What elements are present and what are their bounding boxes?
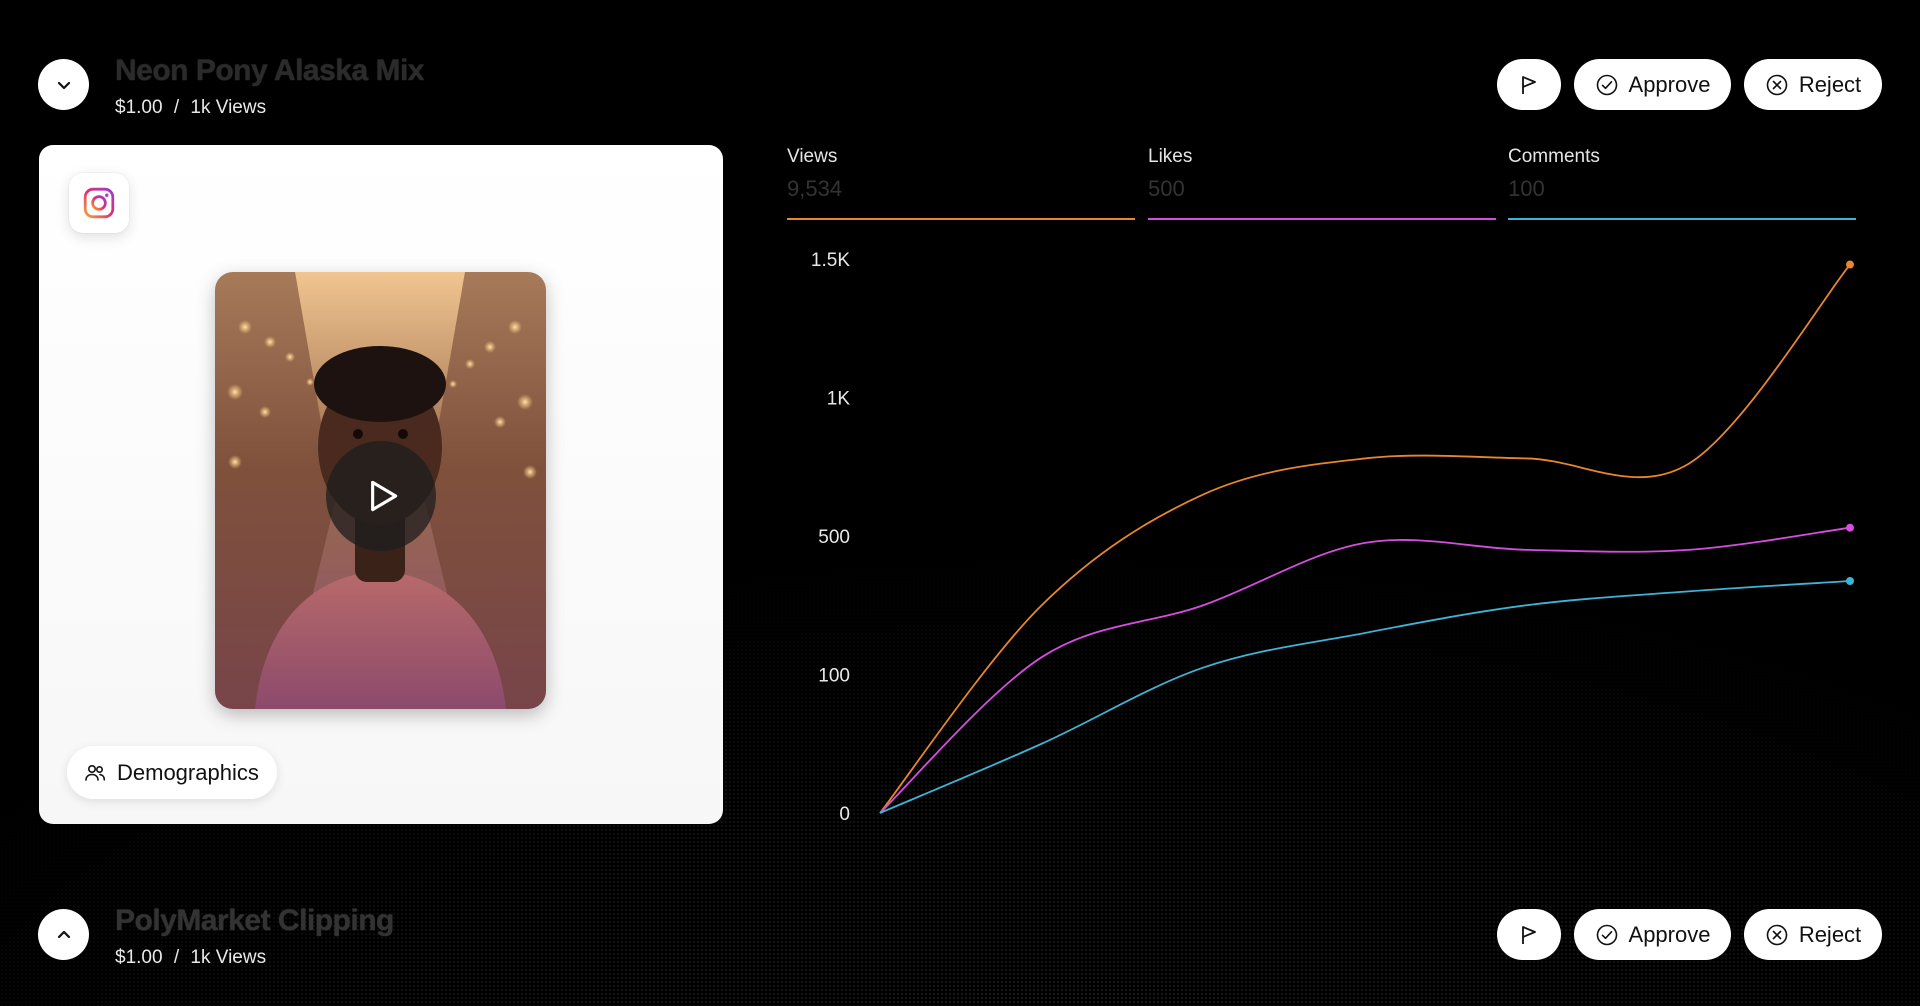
platform-badge — [69, 173, 129, 233]
engagement-chart: 1.5K 1K 500 100 0 — [811, 250, 1854, 825]
flag-button[interactable] — [1497, 59, 1561, 110]
series-line-likes — [879, 526, 1851, 814]
approve-label: Approve — [1628, 921, 1711, 947]
reject-button[interactable]: Reject — [1744, 909, 1882, 960]
metric-label: Views — [787, 146, 838, 167]
reject-label: Reject — [1798, 71, 1862, 97]
play-icon — [371, 480, 398, 512]
approve-label: Approve — [1628, 71, 1711, 97]
demographics-button[interactable]: Demographics — [67, 746, 277, 799]
metric-value: 500 — [1148, 176, 1185, 201]
metric-value: 9,534 — [787, 176, 843, 201]
instagram-icon — [83, 187, 115, 219]
metric-value: 100 — [1508, 176, 1545, 201]
campaign-price: $1.00 — [115, 97, 163, 118]
metric-underline — [1148, 218, 1496, 220]
chevron-down-icon — [57, 81, 70, 89]
metric-comments: Comments 100 — [1508, 146, 1856, 220]
x-circle-icon — [1766, 924, 1788, 945]
flag-icon — [1522, 75, 1536, 94]
demographics-label: Demographics — [117, 759, 259, 785]
approve-button[interactable]: Approve — [1574, 59, 1731, 110]
campaign-views-unit: 1k Views — [190, 97, 267, 118]
media-card: Demographics — [39, 145, 723, 824]
check-circle-icon — [1596, 74, 1617, 95]
campaign-title: Neon Pony Alaska Mix — [115, 54, 424, 87]
series-endpoint-comments — [1846, 577, 1854, 586]
play-button[interactable] — [326, 441, 436, 551]
campaign-title: PolyMarket Clipping — [115, 904, 394, 937]
flag-icon — [1522, 925, 1536, 944]
series-endpoint-likes — [1846, 523, 1854, 532]
campaign-rate: $1.00 / 1k Views — [115, 947, 266, 969]
rate-separator: / — [173, 947, 180, 968]
campaign-price: $1.00 — [115, 947, 163, 968]
rate-separator: / — [173, 97, 180, 118]
metric-underline — [787, 218, 1135, 220]
y-tick-label: 1K — [827, 389, 851, 410]
expand-campaign-button[interactable] — [38, 909, 89, 960]
series-line-comments — [879, 580, 1851, 814]
users-icon — [85, 764, 106, 781]
y-tick-label: 500 — [818, 527, 850, 548]
y-tick-label: 100 — [818, 666, 850, 687]
check-circle-icon — [1596, 924, 1617, 945]
metric-label: Likes — [1148, 146, 1193, 167]
metric-label: Comments — [1508, 146, 1600, 167]
y-tick-label: 0 — [839, 804, 850, 825]
flag-button[interactable] — [1497, 909, 1561, 960]
video-thumbnail[interactable] — [215, 272, 546, 709]
y-tick-label: 1.5K — [811, 250, 850, 271]
metric-views: Views 9,534 — [787, 146, 1135, 220]
reject-label: Reject — [1798, 921, 1862, 947]
reject-button[interactable]: Reject — [1744, 59, 1882, 110]
x-circle-icon — [1766, 74, 1788, 95]
series-line-views — [879, 263, 1851, 814]
series-endpoint-views — [1846, 260, 1854, 269]
chevron-up-icon — [57, 930, 70, 938]
collapse-campaign-button[interactable] — [38, 59, 89, 110]
metric-likes: Likes 500 — [1148, 146, 1496, 220]
campaign-views-unit: 1k Views — [190, 947, 267, 968]
approve-button[interactable]: Approve — [1574, 909, 1731, 960]
metric-underline — [1508, 218, 1856, 220]
campaign-rate: $1.00 / 1k Views — [115, 97, 266, 119]
